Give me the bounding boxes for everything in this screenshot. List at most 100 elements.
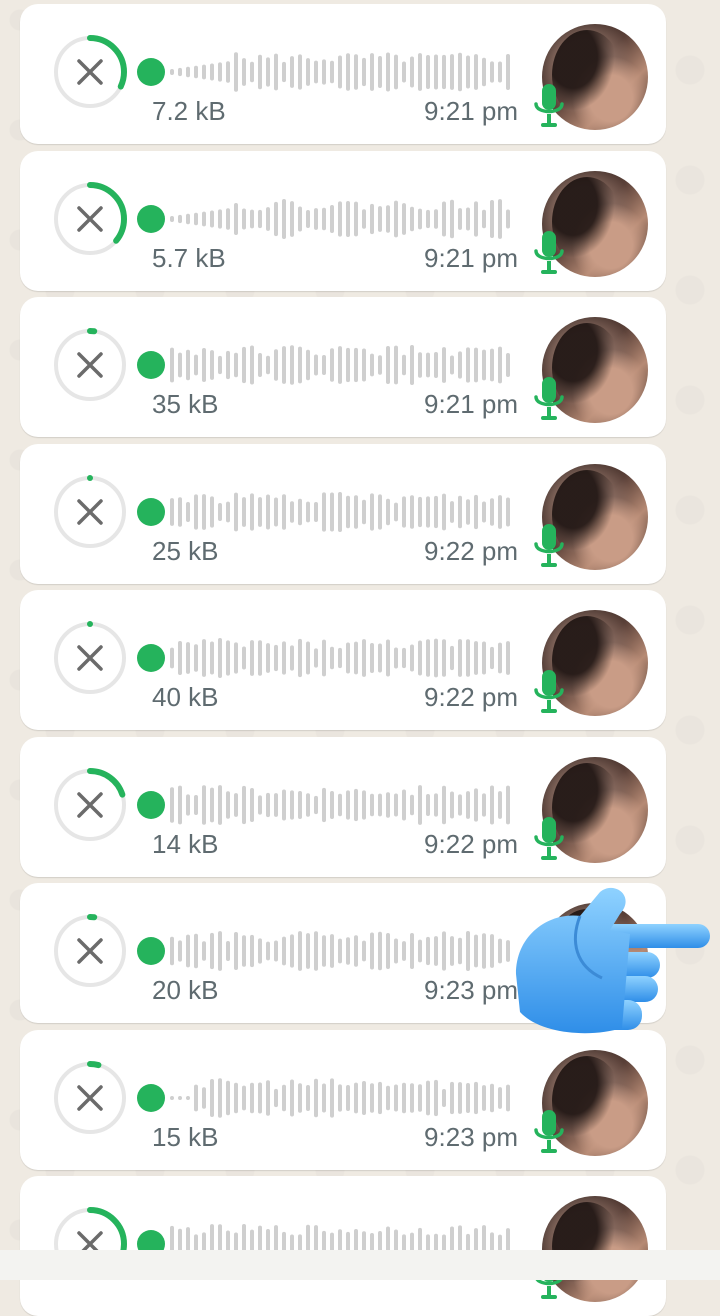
- waveform-bar: [458, 52, 462, 92]
- playback-scrubber[interactable]: [137, 1083, 165, 1112]
- cancel-download-button[interactable]: [52, 181, 128, 257]
- waveform-bar: [354, 347, 358, 383]
- waveform-bar: [234, 352, 238, 378]
- waveform-bar: [282, 936, 286, 966]
- waveform-bar: [266, 792, 270, 817]
- waveform-bar: [186, 793, 190, 816]
- waveform-bar: [306, 1084, 310, 1111]
- waveform-bar: [466, 1082, 470, 1113]
- waveform-bar: [298, 931, 302, 971]
- bottom-bar: [0, 1250, 720, 1280]
- waveform-bar: [354, 935, 358, 967]
- waveform-bar: [362, 57, 366, 87]
- waveform-bar: [378, 1081, 382, 1114]
- waveform-bar: [226, 207, 230, 230]
- waveform-bar: [234, 642, 238, 674]
- waveform-bar: [282, 198, 286, 239]
- waveform-bar: [218, 502, 222, 521]
- waveform-bar: [274, 644, 278, 672]
- waveform-bar: [210, 787, 214, 822]
- waveform-bar: [378, 56, 382, 88]
- voice-message-bubble[interactable]: 35 kB 9:21 pm: [0, 297, 666, 437]
- waveform-bar: [194, 1084, 198, 1111]
- waveform-bar: [290, 645, 294, 671]
- voice-message-bubble[interactable]: 25 kB 9:22 pm: [0, 443, 666, 584]
- waveform-bar: [194, 644, 198, 672]
- waveform-bar: [506, 54, 510, 90]
- waveform-bar: [178, 1095, 182, 1100]
- waveform-bar: [386, 791, 390, 818]
- waveform-bar: [434, 495, 438, 528]
- cancel-download-button[interactable]: [52, 1060, 128, 1136]
- waveform-bar: [386, 345, 390, 385]
- playback-scrubber[interactable]: [137, 497, 165, 526]
- waveform-bar: [490, 199, 494, 238]
- voice-message-bubble[interactable]: 7.2 kB 9:21 pm: [0, 4, 666, 144]
- cancel-download-button[interactable]: [52, 767, 128, 843]
- waveform-bar: [506, 209, 510, 228]
- waveform-bar: [442, 347, 446, 383]
- waveform-bar: [242, 646, 246, 670]
- waveform-bar: [394, 502, 398, 521]
- playback-scrubber[interactable]: [137, 644, 165, 672]
- waveform-bar: [314, 931, 318, 971]
- waveform-bar: [274, 53, 278, 91]
- waveform-bar: [410, 56, 414, 88]
- waveform-bar: [178, 785, 182, 824]
- waveform-bar: [450, 355, 454, 375]
- waveform-bar: [210, 932, 214, 970]
- waveform-bar: [394, 1084, 398, 1111]
- voice-message-bubble[interactable]: 40 kB 9:22 pm: [0, 590, 666, 730]
- waveform-bar: [474, 54, 478, 90]
- waveform-bar: [362, 639, 366, 677]
- waveform-bar: [370, 353, 374, 377]
- waveform-bar: [234, 931, 238, 971]
- waveform-bar: [450, 791, 454, 818]
- playback-scrubber[interactable]: [137, 204, 165, 233]
- waveform-bar: [306, 501, 310, 522]
- waveform-bar: [394, 938, 398, 964]
- waveform-bar: [250, 345, 254, 385]
- microphone-icon: [534, 230, 564, 274]
- waveform-bar: [458, 1081, 462, 1114]
- voice-message-bubble[interactable]: 14 kB 9:22 pm: [0, 736, 666, 877]
- waveform-bar: [362, 348, 366, 382]
- waveform-bar: [506, 785, 510, 824]
- waveform-bar: [338, 346, 342, 384]
- voice-message-bubble[interactable]: 15 kB 9:23 pm: [0, 1029, 666, 1170]
- playback-scrubber[interactable]: [137, 58, 165, 86]
- waveform-bar: [482, 349, 486, 381]
- waveform-bar: [226, 1080, 230, 1115]
- playback-scrubber[interactable]: [137, 790, 165, 819]
- cancel-download-button[interactable]: [52, 474, 128, 550]
- waveform-bar: [490, 1083, 494, 1112]
- cancel-download-button[interactable]: [52, 620, 128, 696]
- waveform-bar: [330, 1077, 334, 1118]
- voice-message-bubble[interactable]: [0, 1176, 666, 1316]
- cancel-download-button[interactable]: [52, 34, 128, 110]
- playback-scrubber[interactable]: [137, 937, 165, 965]
- file-size: 25 kB: [152, 535, 219, 566]
- waveform-bar: [378, 205, 382, 232]
- waveform-bar: [410, 644, 414, 672]
- playback-scrubber[interactable]: [137, 351, 165, 379]
- waveform-bar: [242, 496, 246, 527]
- waveform-bar: [322, 787, 326, 822]
- chat-message-list[interactable]: 7.2 kB 9:21 pm 5.7 kB 9:21 pm 35 kB 9:21 pm 25…: [0, 0, 720, 1316]
- waveform-bar: [314, 60, 318, 84]
- cancel-download-button[interactable]: [52, 913, 128, 989]
- waveform-bar: [322, 639, 326, 677]
- cancel-download-button[interactable]: [52, 327, 128, 403]
- waveform-bar: [306, 641, 310, 675]
- close-icon: [53, 914, 127, 988]
- waveform-bar: [418, 208, 422, 229]
- waveform-bar: [250, 492, 254, 531]
- waveform-bar: [418, 939, 422, 963]
- waveform-bar: [378, 493, 382, 530]
- close-icon: [53, 181, 127, 256]
- waveform-bar: [298, 205, 302, 232]
- waveform-bar: [410, 794, 414, 815]
- waveform-bar: [474, 934, 478, 968]
- waveform-bar: [170, 497, 174, 526]
- voice-message-bubble[interactable]: 5.7 kB 9:21 pm: [0, 150, 666, 291]
